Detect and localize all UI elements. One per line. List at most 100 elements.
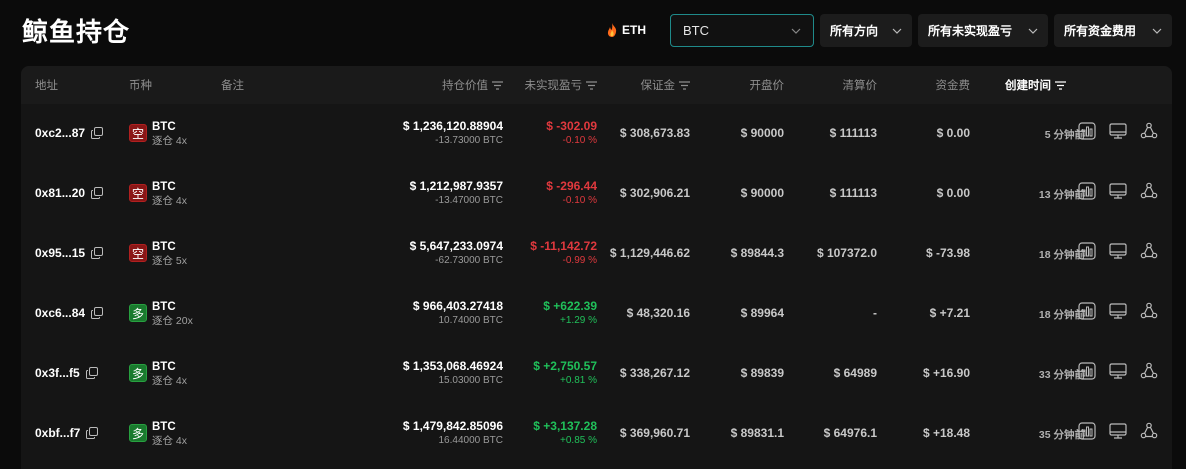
position-value-cell: $ 1,353,068.46924 15.03000 BTC — [403, 359, 503, 388]
funding-fee: $ +16.90 — [922, 366, 970, 380]
table-row[interactable]: 0xc6...84 多 BTC 逐仓 20x $ 966,403.27418 1… — [21, 284, 1172, 344]
col-address: 地址 — [35, 80, 58, 92]
side-badge: 多 — [129, 364, 147, 382]
monitor-icon[interactable] — [1109, 422, 1127, 440]
coin-cell: 空 BTC 逐仓 4x — [129, 180, 187, 208]
chart-icon[interactable] — [1078, 362, 1096, 380]
open-price: $ 89831.1 — [730, 426, 784, 440]
table-row[interactable]: 0x95...15 空 BTC 逐仓 5x $ 5,647,233.0974 -… — [21, 224, 1172, 284]
copy-icon[interactable] — [91, 247, 104, 259]
open-price: $ 89964 — [740, 306, 784, 320]
pnl-cell: $ +3,137.28 +0.85 % — [533, 419, 597, 448]
position-size: -13.73000 BTC — [435, 135, 503, 146]
side-badge: 空 — [129, 244, 147, 262]
liq-price: $ 111113 — [829, 126, 877, 140]
funding-filter-label: 所有资金费用 — [1064, 24, 1137, 38]
margin-value: $ 48,320.16 — [626, 306, 690, 320]
leverage: 逐仓 20x — [152, 315, 193, 327]
pnl-filter-label: 所有未实现盈亏 — [928, 24, 1013, 38]
monitor-icon[interactable] — [1109, 242, 1127, 260]
col-coin: 币种 — [129, 80, 152, 92]
address[interactable]: 0xbf...f7 — [35, 426, 80, 440]
address[interactable]: 0x95...15 — [35, 246, 85, 260]
pnl-filter[interactable]: 所有未实现盈亏 — [918, 14, 1048, 47]
position-value: $ 966,403.27418 — [412, 299, 503, 313]
share-icon[interactable] — [1140, 362, 1158, 380]
margin-value: $ 302,906.21 — [619, 186, 690, 200]
pnl-percent: -0.99 % — [562, 255, 597, 266]
table-row[interactable]: 0x3f...f5 多 BTC 逐仓 4x $ 1,353,068.46924 … — [21, 344, 1172, 404]
funding-fee: $ 0.00 — [936, 186, 970, 200]
col-note: 备注 — [221, 80, 244, 92]
coin-select[interactable]: BTC — [670, 14, 814, 47]
direction-filter[interactable]: 所有方向 — [820, 14, 912, 47]
share-icon[interactable] — [1140, 302, 1158, 320]
chart-icon[interactable] — [1078, 422, 1096, 440]
table-row[interactable]: 0xbf...f7 多 BTC 逐仓 4x $ 1,479,842.85096 … — [21, 404, 1172, 464]
address-cell: 0xc2...87 — [35, 126, 104, 140]
sort-icon — [586, 80, 597, 90]
monitor-icon[interactable] — [1109, 362, 1127, 380]
monitor-icon[interactable] — [1109, 182, 1127, 200]
leverage: 逐仓 5x — [152, 255, 188, 267]
copy-icon[interactable] — [86, 427, 99, 439]
share-icon[interactable] — [1140, 242, 1158, 260]
pnl-percent: -0.10 % — [562, 135, 597, 146]
copy-icon[interactable] — [91, 127, 104, 139]
pnl-value: $ +622.39 — [543, 299, 597, 313]
address[interactable]: 0x3f...f5 — [35, 366, 80, 380]
table-row[interactable]: 0xc2...87 空 BTC 逐仓 4x $ 1,236,120.88904 … — [21, 104, 1172, 164]
coin-name: BTC — [152, 181, 176, 193]
copy-icon[interactable] — [85, 367, 98, 379]
pnl-percent: -0.10 % — [562, 195, 597, 206]
coin-cell: 多 BTC 逐仓 20x — [129, 300, 193, 328]
col-liq-price: 清算价 — [842, 80, 878, 92]
pnl-cell: $ -302.09 -0.10 % — [546, 119, 597, 148]
chart-icon[interactable] — [1078, 302, 1096, 320]
address[interactable]: 0xc2...87 — [35, 126, 85, 140]
coin-cell: 空 BTC 逐仓 5x — [129, 240, 187, 268]
col-unrealized-pnl[interactable]: 未实现盈亏 — [525, 66, 597, 104]
chart-icon[interactable] — [1078, 182, 1096, 200]
open-price: $ 90000 — [740, 186, 784, 200]
col-margin[interactable]: 保证金 — [641, 66, 690, 104]
coin-name: BTC — [152, 121, 176, 133]
pnl-value: $ -296.44 — [546, 179, 597, 193]
position-size: -62.73000 BTC — [435, 255, 503, 266]
side-badge: 空 — [129, 124, 147, 142]
funding-fee: $ +7.21 — [929, 306, 970, 320]
liq-price: $ 64989 — [833, 366, 877, 380]
chart-icon[interactable] — [1078, 242, 1096, 260]
row-actions — [1078, 242, 1158, 260]
share-icon[interactable] — [1140, 122, 1158, 140]
address[interactable]: 0x81...20 — [35, 186, 85, 200]
position-value-cell: $ 1,479,842.85096 16.44000 BTC — [403, 419, 503, 448]
row-actions — [1078, 182, 1158, 200]
direction-filter-label: 所有方向 — [830, 24, 879, 38]
flame-icon — [607, 23, 617, 37]
address-cell: 0xbf...f7 — [35, 426, 99, 440]
chart-icon[interactable] — [1078, 122, 1096, 140]
share-icon[interactable] — [1140, 422, 1158, 440]
col-position-value[interactable]: 持仓价值 — [442, 66, 503, 104]
address[interactable]: 0xc6...84 — [35, 306, 85, 320]
copy-icon[interactable] — [91, 307, 104, 319]
positions-table: 地址 币种 备注 持仓价值 未实现盈亏 保证金 开盘价 清算价 资金费 创建时间… — [21, 66, 1172, 469]
pnl-value: $ -302.09 — [546, 119, 597, 133]
monitor-icon[interactable] — [1109, 122, 1127, 140]
coin-name: BTC — [152, 421, 176, 433]
open-price: $ 90000 — [740, 126, 784, 140]
monitor-icon[interactable] — [1109, 302, 1127, 320]
funding-fee: $ +18.48 — [922, 426, 970, 440]
copy-icon[interactable] — [91, 187, 104, 199]
address-cell: 0x95...15 — [35, 246, 104, 260]
funding-filter[interactable]: 所有资金费用 — [1054, 14, 1172, 47]
col-created[interactable]: 创建时间 — [1005, 66, 1066, 104]
eth-tab[interactable]: ETH — [606, 14, 646, 46]
share-icon[interactable] — [1140, 182, 1158, 200]
table-row[interactable]: 0x81...20 空 BTC 逐仓 4x $ 1,212,987.9357 -… — [21, 164, 1172, 224]
pnl-cell: $ -11,142.72 -0.99 % — [530, 239, 597, 268]
pnl-cell: $ +2,750.57 +0.81 % — [533, 359, 597, 388]
liq-price: $ 111113 — [829, 186, 877, 200]
coin-cell: 空 BTC 逐仓 4x — [129, 120, 187, 148]
